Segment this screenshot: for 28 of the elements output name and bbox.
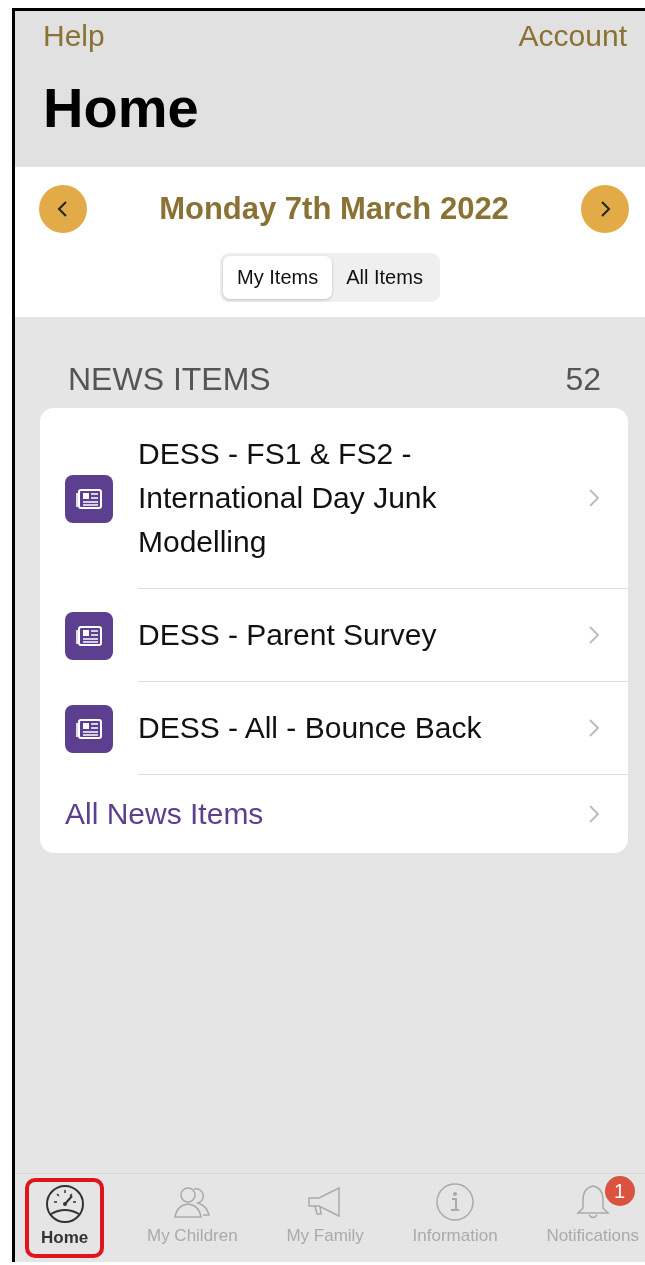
tab-bar-item[interactable]: 1 Notifications	[540, 1178, 645, 1258]
next-day-button[interactable]	[581, 185, 629, 233]
tab-bar-item[interactable]: Home	[25, 1178, 105, 1258]
chevron-icon	[588, 488, 600, 508]
segment-tab[interactable]: My Items	[223, 256, 333, 299]
chevron-icon	[588, 718, 600, 738]
newspaper-icon	[65, 704, 113, 753]
info-icon	[435, 1182, 476, 1222]
previous-day-button[interactable]	[39, 185, 87, 233]
item-count: 52	[565, 361, 601, 398]
chevron-icon	[588, 804, 600, 824]
help-link[interactable]: Help	[43, 19, 105, 53]
news-item-link[interactable]: DESS - All - Bounce Back	[138, 706, 498, 750]
chevron-left-icon	[56, 200, 70, 218]
gauge-icon	[44, 1184, 85, 1224]
date-label: Monday 7th March 2022	[159, 191, 509, 227]
notification-badge: 1	[604, 1176, 635, 1206]
news-item-link[interactable]: DESS - Parent Survey	[138, 613, 498, 657]
newspaper-icon	[65, 611, 113, 660]
chevron-icon	[588, 625, 600, 645]
newspaper-icon	[65, 474, 113, 523]
chevron-right-icon	[598, 200, 612, 218]
account-link[interactable]: Account	[518, 19, 627, 53]
all-news-link[interactable]: All News Items	[65, 797, 264, 831]
page-title: Home	[43, 75, 200, 140]
news-item-link[interactable]: DESS - FS1 & FS2 - International Day Junk Modelling	[138, 432, 498, 564]
segment-tab[interactable]: All Items	[332, 256, 437, 299]
section-heading: NEWS ITEMS	[68, 361, 271, 398]
